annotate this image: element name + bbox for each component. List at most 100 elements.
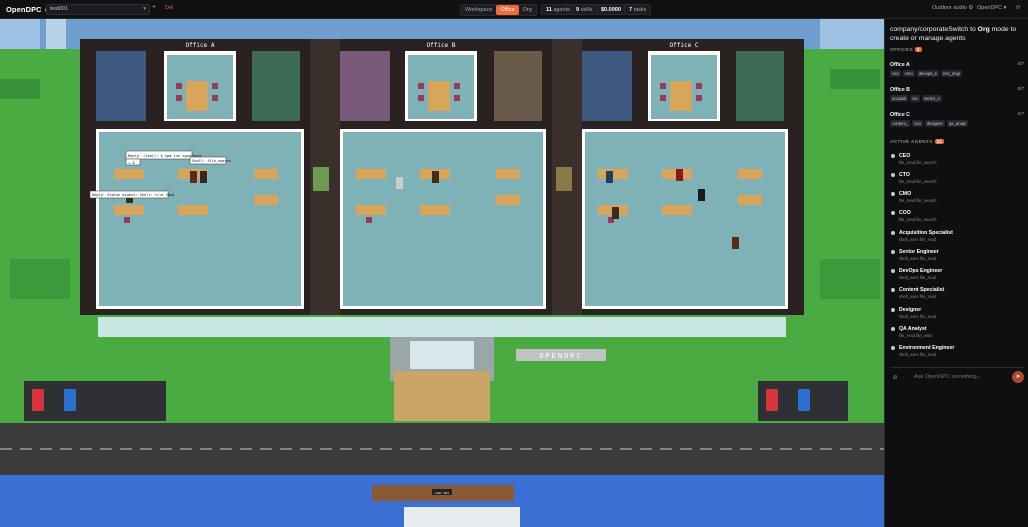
tree	[830, 69, 880, 89]
skills-stat: 9 skills	[571, 4, 598, 15]
avatar	[891, 192, 895, 196]
office-card[interactable]: Office C 4/7 content_ coo designer qa_an…	[890, 112, 1024, 127]
agent-tools: file_read file_search	[899, 179, 937, 184]
parking-lot	[24, 381, 166, 421]
account-menu[interactable]: OpenDPC ▾ ⟳	[977, 5, 1021, 11]
agent-name: CMO	[899, 191, 912, 197]
office-b-label: Office B	[427, 42, 456, 49]
tasks-stat: 7 tasks	[624, 4, 652, 15]
agent-name: CTO	[899, 172, 910, 178]
avatar	[891, 250, 895, 254]
agent-sprite[interactable]	[732, 237, 739, 249]
agent-name: Designer	[899, 307, 922, 313]
agent-sprite[interactable]	[698, 189, 705, 201]
agent-name: CEO	[899, 153, 911, 159]
agent-name: Environment Engineer	[899, 345, 955, 351]
agent-sprite[interactable]	[432, 171, 439, 183]
account-menu-label: OpenDPC	[977, 5, 1003, 11]
agent-name: QA Analyst	[899, 326, 927, 332]
office-card[interactable]: Office B 3/7 acquisit cto senior_e	[890, 87, 1024, 102]
agents-count: 11	[546, 6, 552, 13]
tree	[0, 79, 40, 99]
agents-label: agents	[553, 6, 570, 13]
office-scene[interactable]: Office A Office B Office C Reply: (tool)…	[0, 19, 884, 527]
chevron-down-icon: ▾	[1003, 5, 1007, 11]
agents-label: ACTIVE AGENTS	[890, 140, 933, 145]
paperclip-icon[interactable]: ⌀	[893, 373, 897, 381]
member-chip: ceo	[890, 70, 901, 77]
agent-sprite[interactable]	[200, 171, 207, 183]
agent-name: Content Specialist	[899, 287, 945, 293]
offices-count-badge: 3	[914, 47, 922, 52]
agent-item[interactable]: COO file_read file_search	[890, 210, 1024, 222]
avatar	[891, 346, 895, 350]
agent-item[interactable]: QA Analyst file_read file_write	[890, 326, 1024, 338]
active-agents-heading: ACTIVE AGENTS 11	[890, 139, 944, 145]
agent-tools: shell_exec file_read	[899, 352, 937, 357]
speech-bubble-text: Shell: file_search	[192, 159, 231, 163]
ask-input[interactable]	[906, 371, 1006, 382]
office-card[interactable]: Office A 4/7 ceo cmo devops_e env_engi	[890, 62, 1024, 77]
dock-label: LAST WAY	[435, 491, 450, 495]
agent-item[interactable]: Environment Engineer shell_exec file_read	[890, 345, 1024, 357]
tab-workspace[interactable]: Workspace	[461, 5, 496, 15]
avatar	[891, 269, 895, 273]
member-chip: cmo	[902, 70, 915, 77]
agent-item[interactable]: Content Specialist shell_exec file_read	[890, 287, 1024, 299]
avatar	[891, 173, 895, 177]
tab-office[interactable]: Office	[496, 5, 519, 15]
side-panel: company/corporateSwitch to Org mode to c…	[884, 19, 1028, 527]
agent-tools: file_read file_search	[899, 198, 937, 203]
outdoor-audio-toggle[interactable]: Outdoor audio ⚙	[932, 5, 973, 11]
courtyard	[98, 317, 786, 337]
office-count: 4/7	[1017, 62, 1024, 67]
scene-canvas[interactable]: Office A Office B Office C Reply: (tool)…	[0, 19, 884, 527]
agent-item[interactable]: CTO file_read file_search	[890, 172, 1024, 184]
agent-sprite[interactable]	[676, 169, 683, 181]
agent-tools: file_read file_write	[899, 333, 933, 338]
speech-bubble-text: → $	[128, 161, 135, 165]
add-project-button[interactable]: +	[152, 4, 156, 11]
agent-item[interactable]: Senior Engineer shell_exec file_read	[890, 249, 1024, 261]
agent-item[interactable]: Acquisition Specialist shell_exec file_re…	[890, 230, 1024, 242]
agent-sprite[interactable]	[396, 177, 403, 189]
tree	[820, 259, 880, 299]
tab-org[interactable]: Org	[519, 5, 536, 15]
tree	[10, 259, 70, 299]
car	[766, 389, 778, 411]
agent-tools: file_read file_search	[899, 217, 937, 222]
agent-item[interactable]: Designer shell_exec file_read	[890, 307, 1024, 319]
agent-item[interactable]: DevOps Engineer shell_exec file_read	[890, 268, 1024, 280]
agent-item[interactable]: CEO file_read file_search	[890, 153, 1024, 165]
room	[252, 51, 300, 121]
agent-name: Senior Engineer	[899, 249, 939, 255]
agent-tools: shell_exec file_read	[899, 294, 937, 299]
member-chip: acquisit	[890, 95, 909, 102]
project-select[interactable]: test001 ▾	[46, 4, 150, 15]
delete-button[interactable]: Del	[165, 5, 173, 11]
entrance-path	[394, 371, 490, 421]
member-chip: qa_analy	[946, 120, 968, 127]
car	[798, 389, 810, 411]
agent-item[interactable]: CMO file_read file_search	[890, 191, 1024, 203]
room	[582, 51, 632, 121]
agent-sprite[interactable]	[190, 171, 197, 183]
gear-icon: ⚙	[968, 5, 974, 11]
office-b-floor	[343, 132, 543, 306]
agent-name: Acquisition Specialist	[899, 230, 953, 236]
yacht	[404, 507, 520, 527]
agent-sprite[interactable]	[606, 171, 613, 183]
room	[96, 51, 146, 121]
send-icon[interactable]: ➤	[1012, 371, 1024, 383]
skills-label: skills	[580, 6, 593, 13]
top-bar: OpenDPC test001 ▾ + Del Workspace Office …	[0, 0, 1028, 19]
office-count: 4/7	[1017, 112, 1024, 117]
panel-title: company/corporateSwitch to Org mode to c…	[890, 26, 1024, 43]
agent-tools: shell_exec file_read	[899, 275, 937, 280]
agent-tools: shell_exec file_read	[899, 237, 937, 242]
outdoor-audio-label: Outdoor audio	[932, 5, 967, 11]
agent-sprite[interactable]	[612, 207, 619, 219]
office-c-label: Office C	[670, 42, 699, 49]
agent-tools: file_read file_search	[899, 160, 937, 165]
office-a-label: Office A	[186, 42, 215, 49]
